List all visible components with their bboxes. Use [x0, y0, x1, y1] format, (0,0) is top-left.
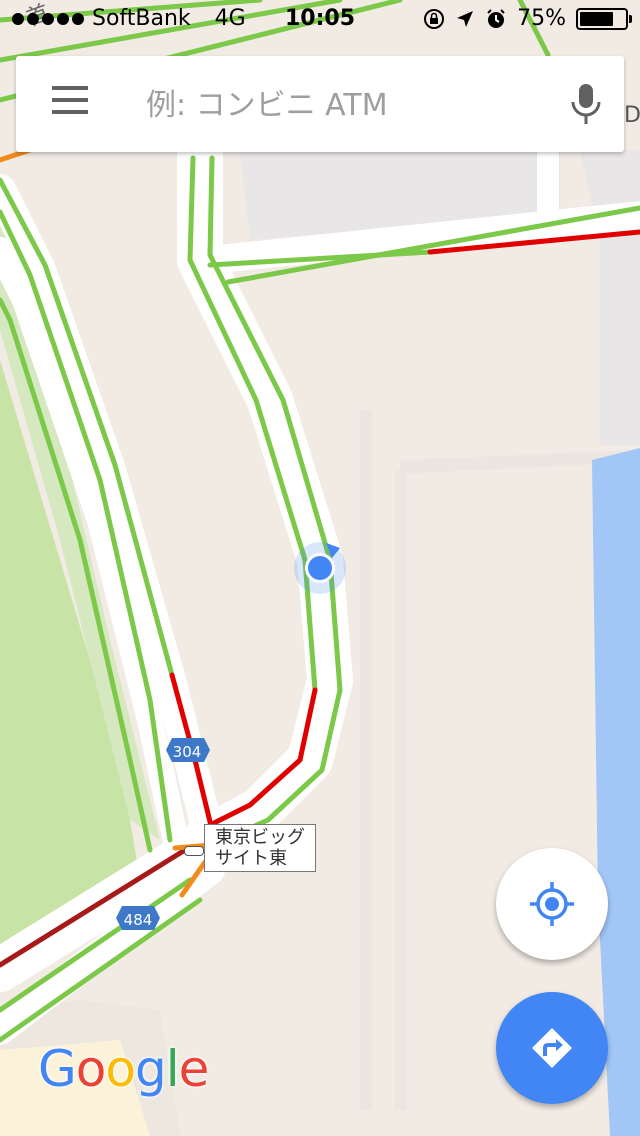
route-shield-484: 484	[116, 906, 160, 930]
microphone-icon[interactable]	[566, 80, 606, 128]
logo-letter: e	[178, 1040, 210, 1098]
google-logo: Google	[38, 1040, 210, 1098]
directions-button[interactable]	[496, 992, 608, 1104]
map-canvas[interactable]: 304 484 首 D	[0, 0, 640, 1136]
location-arrow-icon	[457, 10, 474, 27]
pale-structure	[395, 470, 407, 1110]
battery-percent: 75%	[517, 6, 566, 31]
logo-letter: l	[165, 1040, 180, 1098]
my-location-icon	[530, 882, 574, 926]
search-box	[16, 56, 624, 152]
route-shield-484-text: 484	[124, 911, 153, 929]
route-shield-304-text: 304	[173, 743, 202, 761]
place-label-tokyo-big-sight-east[interactable]: 東京ビッグ サイト東	[204, 824, 316, 872]
directions-icon	[532, 1028, 572, 1068]
current-location-dot	[308, 556, 332, 580]
orientation-lock-icon	[424, 8, 445, 29]
pale-structure	[360, 410, 372, 1110]
status-bar: SoftBank 4G 10:05 75%	[0, 0, 640, 40]
logo-letter: o	[75, 1040, 107, 1098]
logo-letter: g	[134, 1040, 167, 1098]
logo-letter: G	[38, 1040, 77, 1098]
train-icon	[184, 846, 204, 856]
battery-icon	[576, 7, 632, 30]
route-shield-304: 304	[166, 738, 210, 762]
logo-letter: o	[105, 1040, 136, 1098]
hamburger-menu-icon[interactable]	[52, 86, 92, 122]
map-text-fragment-right: D	[624, 103, 640, 128]
signal-strength-icon	[12, 12, 84, 25]
alarm-icon	[487, 8, 505, 28]
network-type: 4G	[214, 6, 246, 31]
search-input[interactable]	[144, 78, 548, 132]
battery-fill	[580, 11, 613, 26]
carrier-name: SoftBank	[92, 6, 191, 31]
my-location-button[interactable]	[496, 848, 608, 960]
